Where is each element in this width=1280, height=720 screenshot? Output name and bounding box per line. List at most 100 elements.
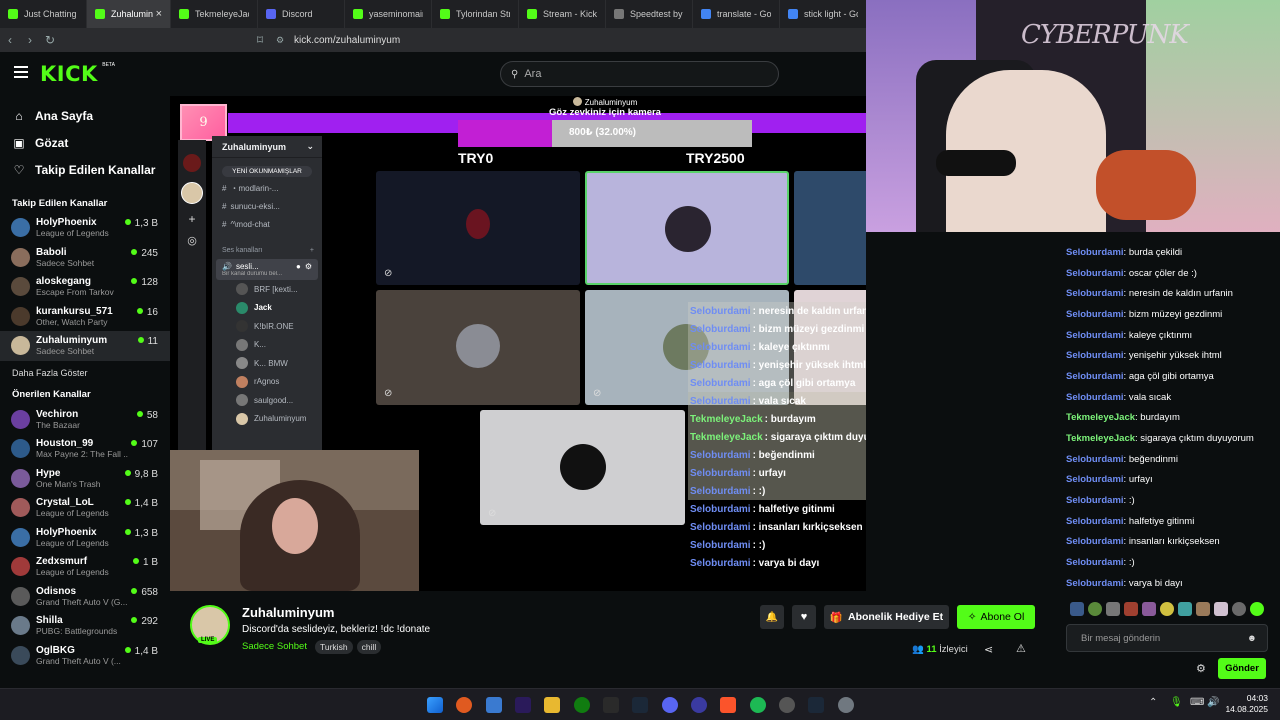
- browser-tab[interactable]: Just Chatting S: [0, 0, 87, 28]
- chat-username[interactable]: Seloburdami: [1066, 350, 1124, 361]
- mic-icon[interactable]: 🎙: [1170, 697, 1183, 708]
- voice-member[interactable]: K...: [212, 336, 322, 355]
- folder-icon[interactable]: [544, 697, 560, 713]
- emote-icon[interactable]: [1196, 602, 1210, 616]
- server-icon-selected[interactable]: [181, 182, 203, 204]
- chat-username[interactable]: TekmeleyeJack: [1066, 412, 1135, 423]
- sidebar-channel[interactable]: Vechiron The Bazaar 58: [0, 405, 170, 435]
- xbox-icon[interactable]: [574, 697, 590, 713]
- sidebar-channel[interactable]: HolyPhoenix League of Legends 1,3 B: [0, 213, 170, 243]
- chat-username[interactable]: Seloburdami: [1066, 288, 1124, 299]
- chat-username[interactable]: Seloburdami: [1066, 454, 1124, 465]
- app-icon[interactable]: [486, 697, 502, 713]
- show-more-link[interactable]: Daha Fazla Göster: [0, 361, 170, 385]
- voice-channel[interactable]: 🔊 sesli... ● ⚙ Bir kanal durumu bel...: [216, 259, 318, 280]
- network-icon[interactable]: ⌨: [1190, 697, 1204, 708]
- emote-icon[interactable]: [1250, 602, 1264, 616]
- share-icon[interactable]: ⋖: [984, 643, 993, 656]
- emote-icon[interactable]: [1070, 602, 1084, 616]
- chat-username[interactable]: Seloburdami: [1066, 536, 1124, 547]
- voice-member[interactable]: rAgnos: [212, 373, 322, 392]
- gift-sub-button[interactable]: 🎁 Abonelik Hediye Et: [824, 605, 949, 629]
- channel-name[interactable]: Zuhaluminyum: [242, 605, 334, 620]
- url-field[interactable]: kick.com/zuhaluminyum: [294, 35, 400, 46]
- sidebar-channel[interactable]: kurankursu_571 Other, Watch Party 16: [0, 302, 170, 332]
- server-name[interactable]: Zuhaluminyum ⌄: [212, 136, 322, 158]
- tab-close-icon[interactable]: ×: [156, 8, 162, 20]
- tray-chevron-icon[interactable]: ⌃: [1149, 697, 1157, 708]
- discord-icon[interactable]: [662, 697, 678, 713]
- emoji-icon[interactable]: ☻: [1247, 633, 1257, 644]
- steam-icon[interactable]: [632, 697, 648, 713]
- nav-item[interactable]: ⌂ Ana Sayfa: [0, 102, 170, 129]
- emote-icon[interactable]: [1178, 602, 1192, 616]
- subscribe-button[interactable]: ✧ Abone Ol: [957, 605, 1035, 629]
- bookmark-icon[interactable]: ⌑: [250, 33, 270, 47]
- send-button[interactable]: Gönder: [1218, 658, 1266, 679]
- browser-tab[interactable]: Speedtest by O: [606, 0, 693, 28]
- emote-icon[interactable]: [1106, 602, 1120, 616]
- volume-icon[interactable]: 🔊: [1207, 697, 1219, 708]
- sidebar-channel[interactable]: Baboli Sadece Sohbet 245: [0, 243, 170, 273]
- emote-icon[interactable]: [1088, 602, 1102, 616]
- text-channel[interactable]: # ・modlarin-...: [212, 179, 322, 197]
- unread-pill[interactable]: YENİ OKUNMAMIŞLAR: [222, 166, 312, 177]
- voice-member[interactable]: BRF [kexti...: [212, 280, 322, 299]
- sidebar-channel[interactable]: Zuhaluminyum Sadece Sohbet 11: [0, 331, 170, 361]
- clock[interactable]: 04:03 14.08.2025: [1222, 693, 1268, 715]
- browser-tab[interactable]: TekmeleyeJack: [171, 0, 258, 28]
- tag-chip[interactable]: Turkish: [315, 640, 353, 654]
- browser-tab[interactable]: stick light - Goo: [780, 0, 866, 28]
- gear-icon[interactable]: [838, 697, 854, 713]
- add-server-icon[interactable]: +: [184, 212, 200, 226]
- premiere-icon[interactable]: [515, 697, 531, 713]
- chat-username[interactable]: Seloburdami: [1066, 247, 1124, 258]
- voice-member[interactable]: saulgood...: [212, 391, 322, 410]
- sidebar-channel[interactable]: HolyPhoenix League of Legends 1,3 B: [0, 523, 170, 553]
- emote-icon[interactable]: [1160, 602, 1174, 616]
- notification-button[interactable]: 🔔: [760, 605, 784, 629]
- sidebar-channel[interactable]: Zedxsmurf League of Legends 1 B: [0, 552, 170, 582]
- spotify-icon[interactable]: [750, 697, 766, 713]
- voice-member[interactable]: Jack: [212, 299, 322, 318]
- sidebar-channel[interactable]: Odisnos Grand Theft Auto V (G... 658: [0, 582, 170, 612]
- tag-chip[interactable]: chill: [356, 640, 382, 654]
- chat-username[interactable]: TekmeleyeJack: [1066, 433, 1135, 444]
- sidebar-channel[interactable]: OglBKG Grand Theft Auto V (... 1,4 B: [0, 641, 170, 671]
- emote-icon[interactable]: [1214, 602, 1228, 616]
- sidebar-channel[interactable]: Shilla PUBG: Battlegrounds 292: [0, 611, 170, 641]
- site-info-icon[interactable]: ⚙: [270, 35, 290, 46]
- voice-member[interactable]: Zuhaluminyum: [212, 410, 322, 429]
- kick-logo[interactable]: KICK BETA: [40, 62, 115, 86]
- server-icon[interactable]: [183, 154, 201, 172]
- app-icon[interactable]: [779, 697, 795, 713]
- gear-icon[interactable]: ⚙: [305, 262, 312, 271]
- windows-start-icon[interactable]: [427, 697, 443, 713]
- chat-username[interactable]: Seloburdami: [1066, 371, 1124, 382]
- follow-button[interactable]: ♥: [792, 605, 816, 629]
- browser-tab[interactable]: Zuhalumin ×: [87, 0, 171, 28]
- sidebar-channel[interactable]: Houston_99 Max Payne 2: The Fall ... 107: [0, 434, 170, 464]
- text-channel[interactable]: # sunucu-eksi...: [212, 197, 322, 215]
- chat-settings-icon[interactable]: ⚙: [1196, 662, 1206, 675]
- emote-icon[interactable]: [1232, 602, 1246, 616]
- browser-tab[interactable]: Discord: [258, 0, 345, 28]
- browser-tab[interactable]: yaseminomair S: [345, 0, 432, 28]
- back-icon[interactable]: ‹: [0, 33, 20, 47]
- search-input[interactable]: ⚲ Ara: [500, 61, 779, 87]
- browser-tab[interactable]: Tylorindan Stre: [432, 0, 519, 28]
- sidebar-channel[interactable]: aloskegang Escape From Tarkov 128: [0, 272, 170, 302]
- chat-username[interactable]: Seloburdami: [1066, 330, 1124, 341]
- emote-icon[interactable]: [1124, 602, 1138, 616]
- explore-icon[interactable]: ◎: [184, 234, 200, 247]
- chat-input[interactable]: Bir mesaj gönderin ☻: [1066, 624, 1268, 652]
- add-channel-icon[interactable]: +: [310, 247, 314, 254]
- browser-tab[interactable]: translate - Goo: [693, 0, 780, 28]
- nav-item[interactable]: ▣ Gözat: [0, 129, 170, 156]
- chat-username[interactable]: Seloburdami: [1066, 268, 1124, 279]
- steam-icon[interactable]: [808, 697, 824, 713]
- epic-games-icon[interactable]: [603, 697, 619, 713]
- browser-tab[interactable]: Stream - Kick D: [519, 0, 606, 28]
- chat-username[interactable]: Seloburdami: [1066, 309, 1124, 320]
- voice-member[interactable]: K!bIR.ONE: [212, 317, 322, 336]
